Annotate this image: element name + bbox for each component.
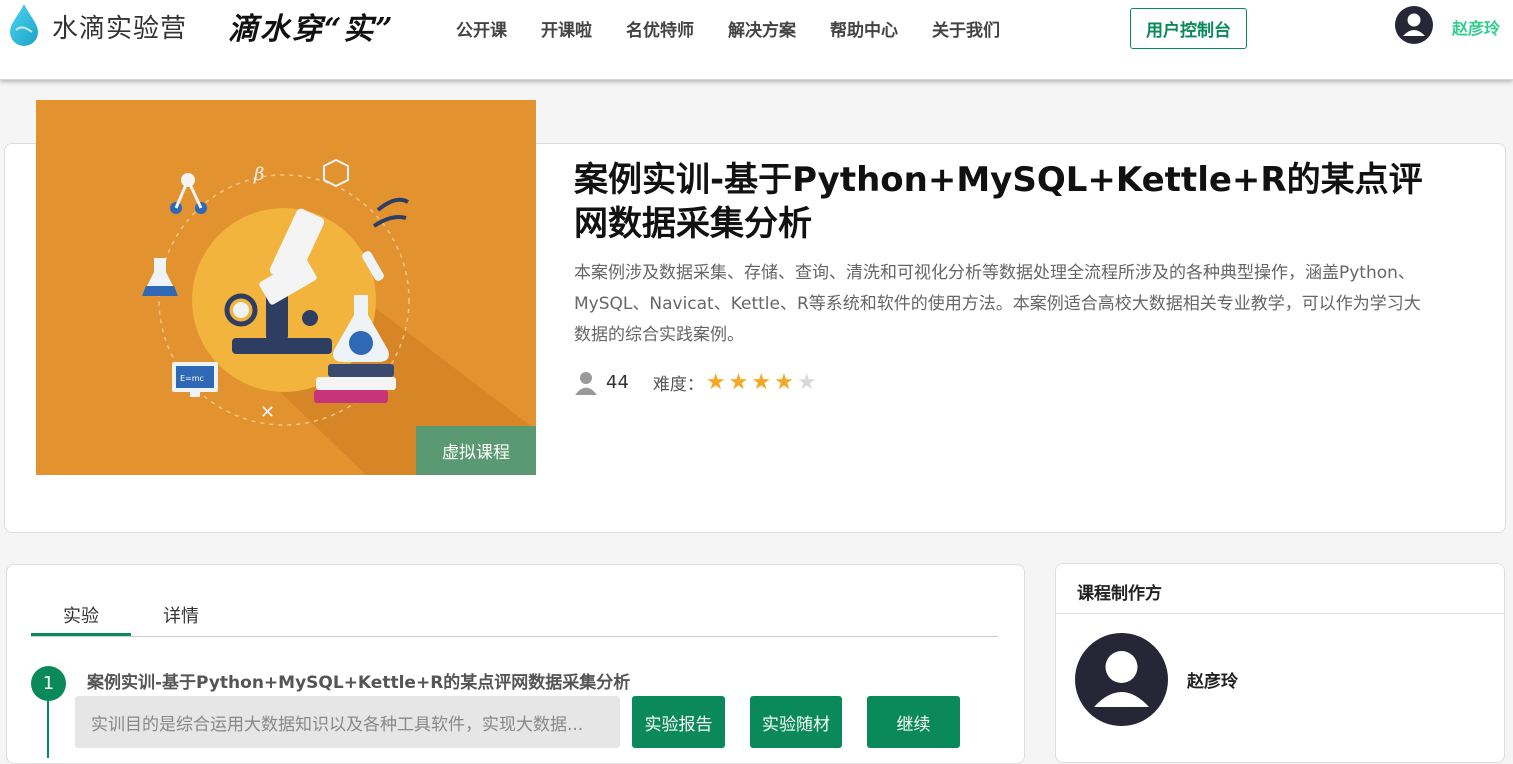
lab-report-button[interactable]: 实验报告 [632,696,725,748]
lab-materials-button[interactable]: 实验随材 [750,696,842,748]
step-description: 实训目的是综合运用大数据知识以及各种工具软件，实现大数据... [75,696,620,748]
svg-text:✕: ✕ [260,402,275,423]
star-icon: ★ [705,369,726,395]
tab-experiments[interactable]: 实验 [31,600,131,636]
step-timeline [47,698,49,758]
producer-name: 赵彦玲 [1187,672,1238,692]
difficulty-label: 难度： [652,375,704,395]
course-tabs: 实验 详情 [31,600,998,637]
producer-divider [1056,613,1504,614]
step-number: 1 [31,666,66,701]
user-avatar-icon[interactable] [1395,6,1433,44]
difficulty-stars: ★ ★ ★ ★ ★ [705,369,820,395]
water-drop-logo-icon[interactable] [4,2,44,46]
svg-text:β: β [253,164,264,185]
monitor-formula-label: E=mc [180,374,204,383]
star-icon: ★ [796,369,817,395]
tab-details[interactable]: 详情 [131,600,231,636]
virtual-course-tag: 虚拟课程 [416,426,536,475]
continue-button[interactable]: 继续 [867,696,960,748]
course-stats: 44 难度： ★ ★ ★ ★ ★ [574,370,820,395]
science-lab-illustration-icon: E=mc β ✕ [142,158,536,475]
brand-slogan: 滴水穿“实” [228,12,395,47]
user-console-button[interactable]: 用户控制台 [1130,8,1247,49]
nav-item-solutions[interactable]: 解决方案 [728,16,796,41]
nav-item-teachers[interactable]: 名优特师 [626,16,694,41]
nav-item-open-course[interactable]: 公开课 [456,16,507,41]
nav-item-help[interactable]: 帮助中心 [830,16,898,41]
nav-item-about[interactable]: 关于我们 [932,16,1000,41]
course-cover-image[interactable]: E=mc β ✕ [36,100,536,475]
course-description: 本案例涉及数据采集、存储、查询、清洗和可视化分析等数据处理全流程所涉及的各种典型… [574,263,1421,345]
main-nav: 公开课 开课啦 名优特师 解决方案 帮助中心 关于我们 [456,16,1034,41]
nav-item-start-class[interactable]: 开课啦 [541,16,592,41]
producer-avatar-icon[interactable] [1075,633,1168,726]
star-icon: ★ [728,369,749,395]
learner-person-icon [575,371,597,395]
star-icon: ★ [774,369,794,395]
producer-heading: 课程制作方 [1077,584,1162,604]
top-header: 水滴实验营 滴水穿“实” 公开课 开课啦 名优特师 解决方案 帮助中心 关于我们… [0,0,1513,80]
brand-name[interactable]: 水滴实验营 [52,8,187,45]
user-name-link[interactable]: 赵彦玲 [1452,15,1500,39]
step-title: 案例实训-基于Python+MySQL+Kettle+R的某点评网数据采集分析 [87,673,631,693]
learner-count: 44 [606,372,629,393]
course-title: 案例实训-基于Python+MySQL+Kettle+R的某点评网数据采集分析 [574,160,1423,244]
star-icon: ★ [751,369,772,395]
